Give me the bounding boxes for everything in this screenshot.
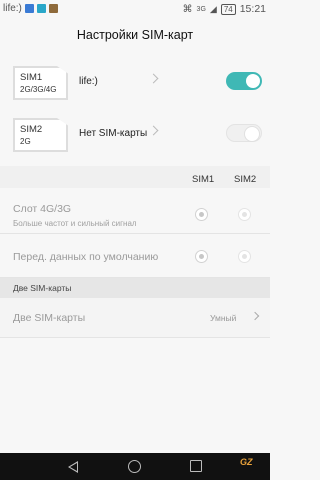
notification-app-icon bbox=[24, 4, 34, 13]
sim1-card-network: 2G/3G/4G bbox=[20, 85, 57, 94]
dual-sim-row[interactable]: Две SIM-карты Умный bbox=[0, 298, 270, 338]
sim1-name: life:) bbox=[79, 76, 98, 87]
watermark-logo: GZ bbox=[240, 457, 253, 467]
status-bar: life:) ⌘ 3G ◢ 74 15:21 bbox=[0, 0, 270, 17]
slot-sim1-radio[interactable] bbox=[195, 208, 208, 221]
option-default-data-row[interactable]: Перед. данных по умолчанию bbox=[0, 234, 270, 278]
data-sim2-radio[interactable] bbox=[238, 250, 251, 263]
sim1-card-icon: SIM1 2G/3G/4G bbox=[13, 66, 68, 100]
sim2-card-network: 2G bbox=[20, 137, 31, 146]
option-4g-slot-subtitle: Больше частот и сильный сигнал bbox=[13, 219, 137, 228]
option-4g-slot-row[interactable]: Слот 4G/3G Больше частот и сильный сигна… bbox=[0, 188, 270, 234]
carrier-label: life:) bbox=[3, 3, 22, 14]
page-title: Настройки SIM-карт bbox=[76, 28, 194, 42]
clock: 15:21 bbox=[239, 3, 266, 15]
option-4g-slot-title: Слот 4G/3G bbox=[13, 203, 72, 215]
signal-label: 3G bbox=[196, 5, 206, 13]
chevron-right-icon[interactable] bbox=[250, 311, 260, 321]
home-icon[interactable] bbox=[128, 460, 141, 473]
sim1-toggle[interactable] bbox=[226, 72, 262, 90]
option-default-data-title: Перед. данных по умолчанию bbox=[13, 251, 159, 263]
back-icon[interactable] bbox=[68, 461, 78, 473]
notification-image-icon bbox=[48, 4, 58, 13]
slot-sim2-radio[interactable] bbox=[238, 208, 251, 221]
signal-icon: ◢ bbox=[209, 3, 217, 14]
notification-message-icon bbox=[36, 4, 46, 13]
sim2-toggle[interactable] bbox=[226, 124, 262, 142]
dual-sim-section-header: Две SIM-карты bbox=[0, 278, 270, 298]
sim1-row[interactable]: SIM1 2G/3G/4G life:) bbox=[0, 66, 270, 112]
sim2-card-icon: SIM2 2G bbox=[13, 118, 68, 152]
data-sim1-radio[interactable] bbox=[195, 250, 208, 263]
dual-sim-mode-value: Умный bbox=[210, 313, 237, 323]
sim2-card-label: SIM2 bbox=[20, 124, 43, 135]
sim1-card-label: SIM1 bbox=[20, 72, 43, 83]
column-sim2: SIM2 bbox=[234, 174, 257, 185]
column-sim1: SIM1 bbox=[192, 174, 215, 185]
dual-sim-title: Две SIM-карты bbox=[13, 312, 86, 324]
wifi-icon: ⌘ bbox=[182, 3, 193, 15]
recent-apps-icon[interactable] bbox=[190, 460, 202, 472]
chevron-right-icon[interactable] bbox=[148, 125, 159, 136]
navigation-bar bbox=[0, 453, 270, 480]
chevron-right-icon[interactable] bbox=[148, 73, 159, 84]
dual-sim-section-label: Две SIM-карты bbox=[13, 283, 72, 293]
sim-column-header bbox=[0, 166, 270, 188]
sim2-name: Нет SIM-карты bbox=[79, 128, 148, 139]
battery-icon: 74 bbox=[220, 3, 236, 15]
sim2-row[interactable]: SIM2 2G Нет SIM-карты bbox=[0, 118, 270, 164]
